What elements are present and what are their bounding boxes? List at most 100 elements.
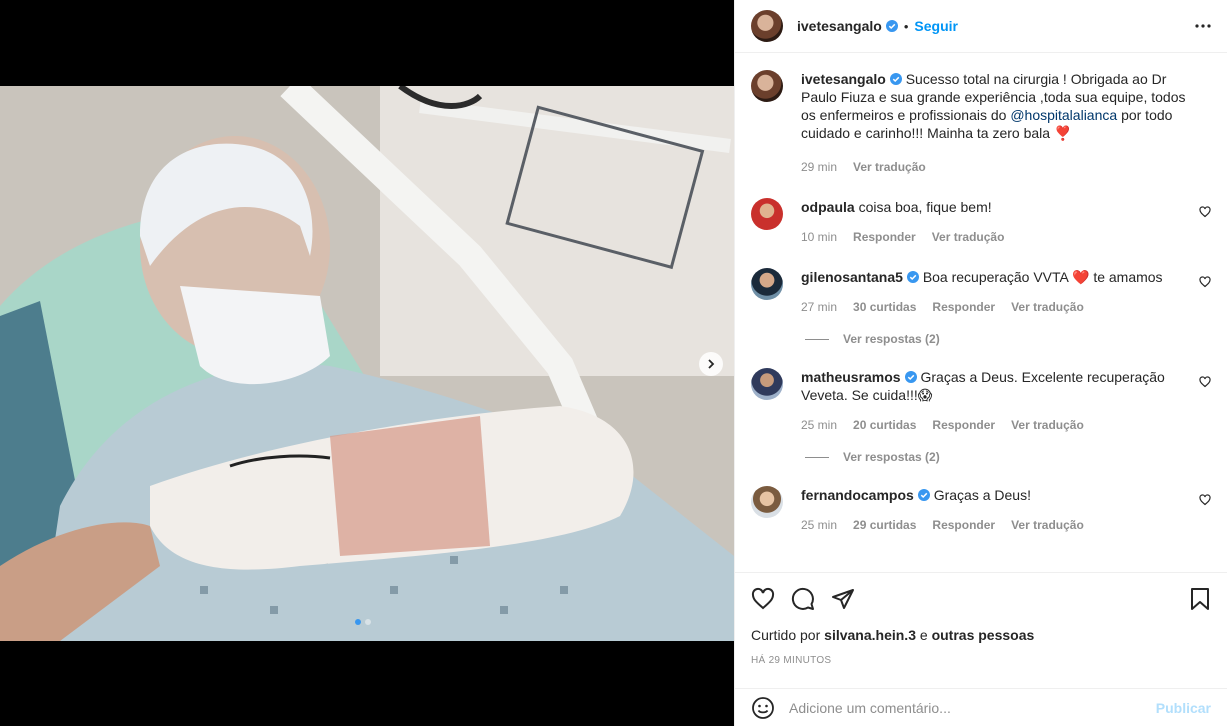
comment-likes-count[interactable]: 30 curtidas xyxy=(853,298,916,316)
view-replies-button[interactable]: Ver respostas (2) xyxy=(805,450,1211,464)
verified-badge-icon xyxy=(885,20,898,32)
replies-divider xyxy=(805,338,829,340)
send-paper-plane-icon xyxy=(832,589,854,609)
comment-username[interactable]: fernandocampos xyxy=(801,487,914,503)
comment-input[interactable] xyxy=(789,699,1156,716)
comment-avatar[interactable] xyxy=(751,268,783,300)
translate-link[interactable]: Ver tradução xyxy=(1011,416,1084,434)
comment-avatar[interactable] xyxy=(751,486,783,518)
reply-link[interactable]: Responder xyxy=(932,298,995,316)
author-username[interactable]: ivetesangalo xyxy=(797,18,882,34)
caption-translate-link[interactable]: Ver tradução xyxy=(853,158,926,176)
comment-body: odpaula coisa boa, fique bem! 10 min Res… xyxy=(801,198,1211,246)
comment-time[interactable]: 10 min xyxy=(801,228,837,246)
bookmark-icon xyxy=(1191,588,1209,610)
comments-list[interactable]: ivetesangalo Sucesso total na cirurgia !… xyxy=(735,54,1227,572)
carousel-indicator xyxy=(355,619,371,625)
carousel-dot xyxy=(365,619,371,625)
comment-item: odpaula coisa boa, fique bem! 10 min Res… xyxy=(751,198,1211,246)
author-avatar[interactable] xyxy=(751,10,783,42)
comment-body: matheusramos Graças a Deus. Excelente re… xyxy=(801,368,1211,434)
replies-divider xyxy=(805,456,829,458)
heart-outline-icon xyxy=(1199,494,1211,506)
next-photo-button[interactable] xyxy=(699,352,723,376)
emoji-smiley-icon xyxy=(752,696,774,719)
verified-badge-icon xyxy=(906,271,919,283)
liked-by: Curtido por silvana.hein.3 e outras pess… xyxy=(751,627,1211,643)
comment-item: gilenosantana5 Boa recuperação VVTA ❤️ t… xyxy=(751,268,1211,316)
comment-likes-count[interactable]: 20 curtidas xyxy=(853,416,916,434)
comment-avatar[interactable] xyxy=(751,368,783,400)
comment-meta: 25 min 20 curtidas Responder Ver traduçã… xyxy=(801,416,1183,434)
verified-badge-icon xyxy=(917,489,930,501)
hospital-selfie-image xyxy=(0,86,734,641)
translate-link[interactable]: Ver tradução xyxy=(932,228,1005,246)
heart-icon xyxy=(751,587,775,610)
comment-time[interactable]: 25 min xyxy=(801,416,837,434)
comment-likes-count[interactable]: 29 curtidas xyxy=(853,516,916,534)
comment-username[interactable]: gilenosantana5 xyxy=(801,269,903,285)
reply-link[interactable]: Responder xyxy=(932,516,995,534)
reply-link[interactable]: Responder xyxy=(853,228,916,246)
follow-button[interactable]: Seguir xyxy=(914,18,958,34)
add-comment-bar: Publicar xyxy=(735,688,1227,726)
like-comment-button[interactable] xyxy=(1199,276,1211,291)
comment-item: fernandocampos Graças a Deus! 25 min 29 … xyxy=(751,486,1211,534)
heart-outline-icon xyxy=(1199,276,1211,288)
caption-meta: 29 min Ver tradução xyxy=(801,158,1195,176)
liked-by-others[interactable]: outras pessoas xyxy=(932,627,1035,643)
comment-meta: 27 min 30 curtidas Responder Ver traduçã… xyxy=(801,298,1183,316)
liked-by-prefix: Curtido por xyxy=(751,627,821,643)
view-replies-button[interactable]: Ver respostas (2) xyxy=(805,332,1211,346)
carousel-dot-active xyxy=(355,619,361,625)
comment-text-after: te amamos xyxy=(1093,269,1163,285)
verified-badge-icon xyxy=(904,371,917,383)
like-comment-button[interactable] xyxy=(1199,376,1211,391)
translate-link[interactable]: Ver tradução xyxy=(1011,516,1084,534)
comment-username[interactable]: matheusramos xyxy=(801,369,901,385)
more-options-button[interactable] xyxy=(1195,24,1211,28)
like-comment-button[interactable] xyxy=(1199,206,1211,221)
comment-bubble-icon xyxy=(791,587,814,610)
header-separator: • xyxy=(903,18,909,34)
post-actions: Curtido por silvana.hein.3 e outras pess… xyxy=(735,572,1227,666)
caption-username[interactable]: ivetesangalo xyxy=(801,71,886,87)
post-sidebar: ivetesangalo • Seguir ivetesangalo Suces… xyxy=(734,0,1227,726)
comment-text: coisa boa, fique bem! xyxy=(858,199,992,215)
more-horizontal-icon xyxy=(1195,24,1211,28)
chevron-right-icon xyxy=(708,359,715,369)
liked-by-user[interactable]: silvana.hein.3 xyxy=(824,627,916,643)
comment-meta: 25 min 29 curtidas Responder Ver traduçã… xyxy=(801,516,1183,534)
comment-emoji: ❤️ xyxy=(1071,269,1090,285)
action-icons xyxy=(751,587,1211,611)
share-button[interactable] xyxy=(831,587,855,611)
translate-link[interactable]: Ver tradução xyxy=(1011,298,1084,316)
caption-body: ivetesangalo Sucesso total na cirurgia !… xyxy=(801,70,1211,176)
view-replies-label: Ver respostas (2) xyxy=(843,332,940,346)
comment-time[interactable]: 27 min xyxy=(801,298,837,316)
reply-link[interactable]: Responder xyxy=(932,416,995,434)
like-button[interactable] xyxy=(751,587,775,611)
caption-avatar[interactable] xyxy=(751,70,783,102)
comment-body: fernandocampos Graças a Deus! 25 min 29 … xyxy=(801,486,1211,534)
comment-meta: 10 min Responder Ver tradução xyxy=(801,228,1183,246)
verified-badge-icon xyxy=(889,73,902,85)
comment-text: Boa recuperação VVTA xyxy=(922,269,1069,285)
publish-button[interactable]: Publicar xyxy=(1156,700,1211,716)
post-media xyxy=(0,0,734,726)
like-comment-button[interactable] xyxy=(1199,494,1211,509)
comment-time[interactable]: 25 min xyxy=(801,516,837,534)
post-header: ivetesangalo • Seguir xyxy=(735,0,1227,53)
post-timestamp[interactable]: HÁ 29 MINUTOS xyxy=(751,655,1211,666)
comment-item: matheusramos Graças a Deus. Excelente re… xyxy=(751,368,1211,434)
caption-emoji: ❣️ xyxy=(1053,125,1072,141)
heart-outline-icon xyxy=(1199,206,1211,218)
comment-button[interactable] xyxy=(791,587,815,611)
comment-username[interactable]: odpaula xyxy=(801,199,855,215)
comment-text: Graças a Deus! xyxy=(933,487,1031,503)
caption-mention-link[interactable]: @hospitalalianca xyxy=(1010,107,1117,123)
caption-time[interactable]: 29 min xyxy=(801,158,837,176)
emoji-button[interactable] xyxy=(751,696,775,720)
save-button[interactable] xyxy=(1189,587,1211,611)
comment-avatar[interactable] xyxy=(751,198,783,230)
